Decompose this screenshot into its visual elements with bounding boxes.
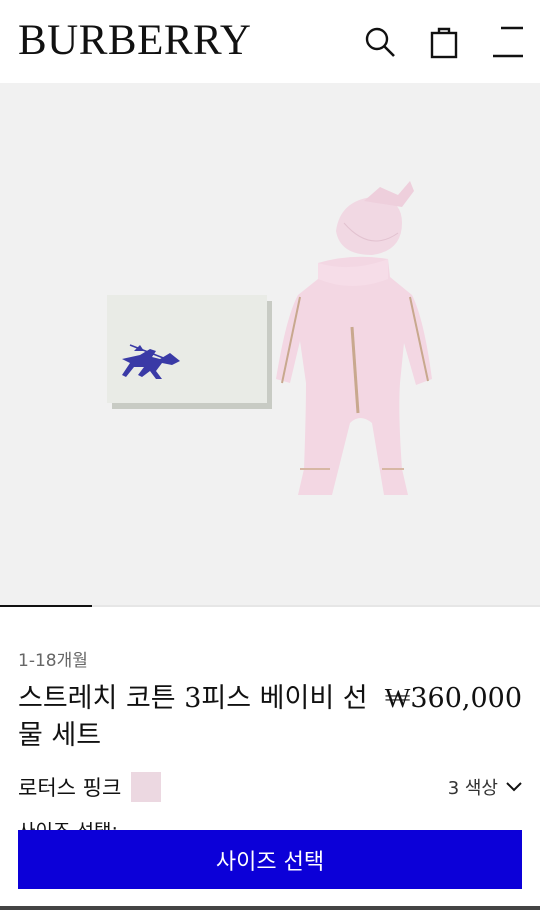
bottom-divider	[0, 906, 540, 910]
header: BURBERRY	[0, 0, 540, 83]
color-swatch[interactable]	[131, 772, 162, 802]
shopping-bag-icon[interactable]	[424, 22, 464, 62]
select-size-button[interactable]: 사이즈 선택	[18, 830, 522, 889]
product-image-carousel[interactable]	[0, 83, 540, 607]
product-image	[107, 181, 432, 495]
color-name: 로터스 핑크	[18, 776, 122, 800]
menu-icon[interactable]	[488, 22, 528, 62]
color-selector: 로터스 핑크	[18, 772, 162, 802]
gallery-progress-bar	[0, 605, 540, 607]
age-range: 1-18개월	[18, 651, 88, 671]
gallery-progress-fill	[0, 605, 92, 607]
baby-hat	[336, 181, 414, 255]
product-title: 스트레치 코튼 3피스 베이비 선물 세트	[18, 683, 368, 751]
color-count-label: 3 색상	[447, 778, 498, 799]
search-icon[interactable]	[360, 22, 400, 62]
chevron-down-icon	[506, 782, 522, 792]
product-price: ₩360,000	[384, 683, 522, 714]
burberry-logo[interactable]: BURBERRY	[18, 16, 251, 66]
baby-romper	[276, 256, 432, 495]
color-count-toggle[interactable]: 3 색상	[448, 774, 522, 800]
